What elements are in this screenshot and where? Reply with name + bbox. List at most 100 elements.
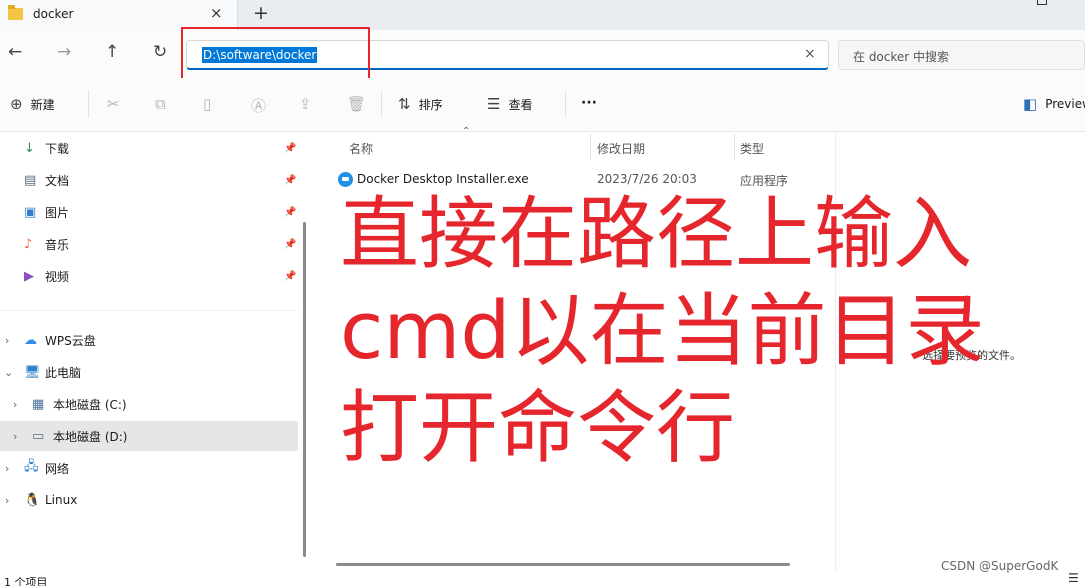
view-icon: ☰: [487, 95, 501, 113]
paste-icon[interactable]: ▯: [203, 95, 211, 113]
annotation-line: 打开命令行: [340, 382, 735, 474]
pin-icon: 📌: [284, 238, 297, 250]
rename-icon[interactable]: Ⓐ: [251, 95, 266, 116]
sidebar-item-videos[interactable]: ▶ 视频 📌: [0, 261, 298, 291]
annotation-text: 直接在路径上输入 cmd以在当前目录 打开命令行: [340, 186, 985, 477]
close-tab-icon[interactable]: ×: [210, 4, 223, 22]
sidebar-item-label: 视频: [45, 269, 70, 284]
divider: [88, 90, 89, 118]
docker-installer-icon: [338, 172, 353, 187]
refresh-button[interactable]: ↻: [153, 42, 167, 62]
sidebar-item-label: 下载: [45, 141, 70, 156]
chevron-right-icon[interactable]: ›: [13, 398, 17, 411]
sidebar-item-linux[interactable]: › 🐧 Linux: [0, 485, 298, 515]
maximize-icon[interactable]: [1037, 0, 1047, 5]
chevron-right-icon[interactable]: ›: [5, 462, 9, 475]
clear-address-icon[interactable]: ×: [804, 46, 816, 62]
video-icon: ▶: [24, 268, 34, 284]
cloud-icon: ☁: [24, 332, 37, 348]
navigation-bar: ← → ↑ ↻ D:\software\docker × 在 docker 中搜…: [0, 27, 1085, 84]
up-button[interactable]: ↑: [105, 42, 119, 62]
new-label: 新建: [30, 97, 55, 112]
sidebar-item-label: Linux: [45, 493, 78, 507]
sort-button[interactable]: ⇅ 排序: [398, 95, 443, 113]
divider: [565, 90, 566, 118]
sidebar-item-documents[interactable]: ▤ 文档 📌: [0, 165, 298, 195]
computer-icon: 🖥: [24, 364, 41, 380]
column-header-type[interactable]: 类型: [740, 140, 764, 157]
folder-icon: [8, 5, 23, 20]
sidebar-item-label: 本地磁盘 (C:): [53, 397, 127, 412]
back-button[interactable]: ←: [8, 42, 22, 62]
copy-icon[interactable]: ⧉: [155, 95, 166, 113]
chevron-down-icon[interactable]: ⌄: [4, 366, 13, 379]
annotation-line: 直接在路径上输入: [340, 188, 972, 280]
sidebar-item-label: 图片: [45, 205, 70, 220]
sort-ascending-icon: ⌃: [462, 126, 471, 137]
item-count: 1 个项目: [4, 576, 48, 586]
sidebar-item-drive-d[interactable]: › ▭ 本地磁盘 (D:): [0, 421, 298, 451]
divider: [0, 310, 298, 311]
sort-icon: ⇅: [398, 95, 411, 113]
new-tab-button[interactable]: +: [253, 2, 269, 24]
file-name: Docker Desktop Installer.exe: [357, 172, 529, 186]
horizontal-scrollbar[interactable]: [336, 563, 790, 566]
linux-penguin-icon: 🐧: [24, 492, 41, 508]
sidebar-item-music[interactable]: ♪ 音乐 📌: [0, 229, 298, 259]
sidebar-item-label: WPS云盘: [45, 333, 96, 348]
sidebar-item-this-pc[interactable]: ⌄ 🖥 此电脑: [0, 357, 298, 387]
status-bar: 1 个项目: [0, 572, 1085, 586]
annotation-highlight-box: [181, 27, 370, 84]
forward-button[interactable]: →: [57, 42, 71, 62]
share-icon[interactable]: ⇪: [299, 95, 312, 113]
sidebar-item-label: 本地磁盘 (D:): [53, 429, 128, 444]
sidebar-item-label: 网络: [45, 461, 70, 476]
search-placeholder[interactable]: 在 docker 中搜索: [853, 48, 949, 65]
sidebar-item-label: 此电脑: [45, 365, 82, 380]
pin-icon: 📌: [284, 270, 297, 282]
sidebar-item-label: 音乐: [45, 237, 70, 252]
pin-icon: 📌: [284, 174, 297, 186]
preview-pane-button[interactable]: ◧ Preview: [1023, 95, 1085, 113]
plus-circle-icon: ⊕: [10, 95, 23, 113]
column-header-date[interactable]: 修改日期: [597, 140, 645, 157]
annotation-line: cmd以在当前目录: [340, 285, 985, 377]
sort-label: 排序: [418, 97, 443, 112]
tab-docker[interactable]: docker ×: [0, 0, 238, 30]
windows-drive-icon: ▦: [32, 396, 45, 412]
sidebar-item-downloads[interactable]: ↓ 下载 📌: [0, 133, 298, 163]
chevron-right-icon[interactable]: ›: [5, 494, 9, 507]
music-icon: ♪: [24, 236, 33, 252]
column-header-name[interactable]: 名称: [349, 140, 373, 157]
picture-icon: ▣: [24, 204, 37, 220]
cut-icon[interactable]: ✂: [107, 95, 120, 113]
preview-pane-icon: ◧: [1023, 95, 1038, 113]
sidebar-item-wps-cloud[interactable]: › ☁ WPS云盘: [0, 325, 298, 355]
drive-icon: ▭: [32, 428, 45, 444]
column-divider[interactable]: [590, 134, 591, 160]
search-box[interactable]: 在 docker 中搜索: [838, 40, 1085, 70]
preview-label: Preview: [1045, 97, 1085, 111]
pin-icon: 📌: [284, 142, 297, 154]
chevron-right-icon[interactable]: ›: [5, 334, 9, 347]
sidebar-item-drive-c[interactable]: › ▦ 本地磁盘 (C:): [0, 389, 298, 419]
sidebar-scrollbar[interactable]: [303, 222, 306, 557]
document-icon: ▤: [24, 172, 37, 188]
column-divider[interactable]: [734, 134, 735, 160]
view-label: 查看: [508, 97, 533, 112]
divider: [381, 90, 382, 118]
details-view-icon[interactable]: ☰: [1068, 571, 1079, 585]
sidebar-item-pictures[interactable]: ▣ 图片 📌: [0, 197, 298, 227]
more-options-button[interactable]: ···: [581, 95, 597, 111]
command-bar: ⊕ 新建 ✂ ⧉ ▯ Ⓐ ⇪ 🗑 ⇅ 排序 ☰ 查看 ··· ◧ Preview: [0, 78, 1085, 132]
sidebar-item-network[interactable]: › 🖧 网络: [0, 453, 298, 483]
delete-icon[interactable]: 🗑: [347, 95, 366, 113]
sidebar-item-label: 文档: [45, 173, 70, 188]
view-button[interactable]: ☰ 查看: [487, 95, 532, 113]
new-button[interactable]: ⊕ 新建: [10, 95, 55, 113]
chevron-right-icon[interactable]: ›: [13, 430, 17, 443]
download-icon: ↓: [24, 140, 35, 156]
pin-icon: 📌: [284, 206, 297, 218]
file-date: 2023/7/26 20:03: [597, 172, 697, 186]
tab-title: docker: [33, 7, 74, 21]
